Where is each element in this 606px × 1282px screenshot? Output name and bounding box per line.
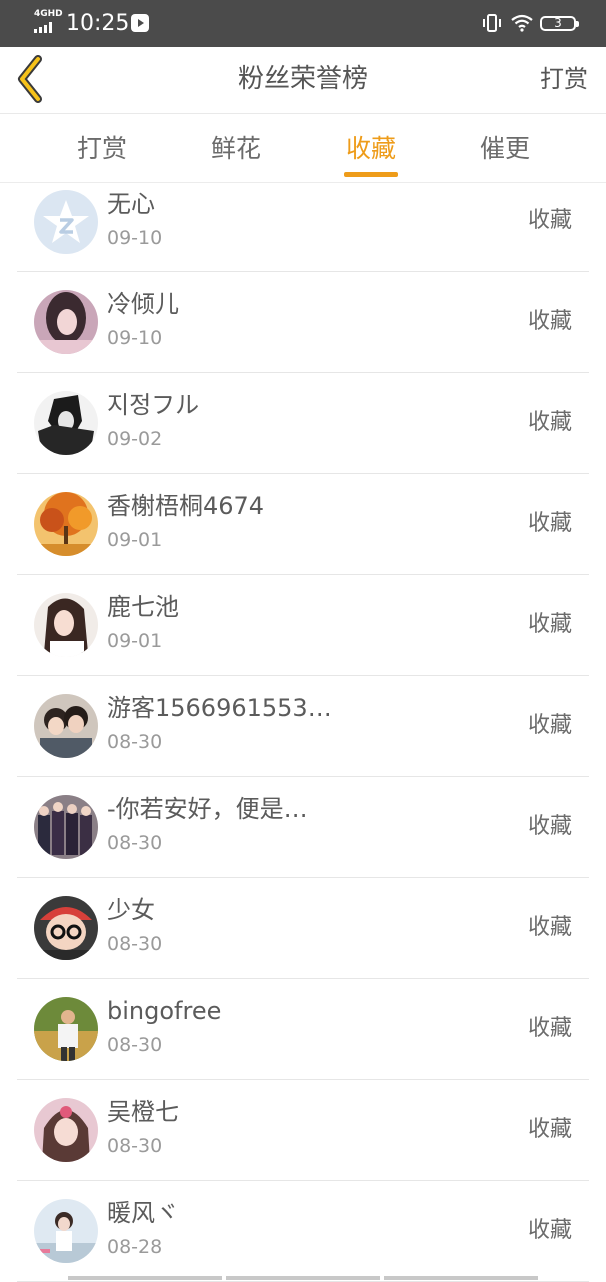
list-item[interactable]: 暖风ヾ 08-28 收藏 — [17, 1181, 589, 1282]
tab-collect[interactable]: 收藏 — [316, 132, 426, 166]
user-name: 鹿七池 — [107, 593, 179, 621]
list-item[interactable]: 지정フル 09-02 收藏 — [17, 373, 589, 474]
avatar — [34, 391, 98, 455]
tab-urge[interactable]: 催更 — [450, 132, 560, 166]
list-item[interactable]: -你若安好，便是… 08-30 收藏 — [17, 777, 589, 878]
list-item[interactable]: 吴橙七 08-30 收藏 — [17, 1080, 589, 1181]
user-date: 08-28 — [107, 1236, 163, 1258]
tab-reward[interactable]: 打赏 — [47, 132, 157, 166]
wifi-icon — [511, 14, 533, 32]
user-date: 08-30 — [107, 731, 163, 753]
action-label: 收藏 — [527, 612, 572, 637]
user-name: 游客1566961553… — [107, 694, 332, 722]
avatar — [34, 694, 98, 758]
action-label: 收藏 — [527, 208, 572, 233]
user-name: 吴橙七 — [107, 1098, 179, 1126]
user-date: 08-30 — [107, 832, 163, 854]
battery-level: 3 — [554, 16, 562, 30]
user-name: bingofree — [107, 997, 222, 1025]
vibrate-icon — [483, 14, 501, 32]
user-name: 冷倾儿 — [107, 290, 179, 318]
list-item[interactable]: 无心 09-10 收藏 — [17, 183, 589, 272]
nav-bar: 粉丝荣誉榜 打赏 — [0, 47, 606, 114]
user-date: 08-30 — [107, 933, 163, 955]
user-name: 지정フル — [107, 391, 200, 419]
avatar — [34, 795, 98, 859]
user-date: 09-10 — [107, 227, 163, 249]
action-label: 收藏 — [527, 915, 572, 940]
signal-icon — [34, 22, 52, 33]
avatar — [34, 997, 98, 1061]
fan-list: 无心 09-10 收藏 冷倾儿 09-10 收藏 지정フル 09-02 收藏 香… — [0, 183, 606, 1282]
list-item[interactable]: 鹿七池 09-01 收藏 — [17, 575, 589, 676]
user-name: -你若安好，便是… — [107, 795, 308, 823]
user-date: 08-30 — [107, 1034, 163, 1056]
avatar — [34, 593, 98, 657]
user-date: 09-01 — [107, 529, 163, 551]
list-item[interactable]: 香榭梧桐4674 09-01 收藏 — [17, 474, 589, 575]
tab-flowers[interactable]: 鲜花 — [181, 132, 291, 166]
battery-icon: 3 — [540, 16, 579, 31]
active-tab-indicator — [344, 172, 398, 177]
user-name: 暖风ヾ — [107, 1199, 179, 1227]
status-time: 10:25 — [66, 11, 130, 36]
list-item[interactable]: 少女 08-30 收藏 — [17, 878, 589, 979]
action-label: 收藏 — [527, 1218, 572, 1243]
status-bar: 4GHD 10:25 3 — [0, 0, 606, 47]
user-date: 09-02 — [107, 428, 163, 450]
avatar — [34, 492, 98, 556]
list-item[interactable]: 冷倾儿 09-10 收藏 — [17, 272, 589, 373]
action-label: 收藏 — [527, 410, 572, 435]
action-label: 收藏 — [527, 511, 572, 536]
avatar — [34, 1098, 98, 1162]
reward-button[interactable]: 打赏 — [540, 62, 588, 96]
scroll-edge-indicator — [68, 1276, 538, 1280]
avatar — [34, 190, 98, 254]
user-name: 香榭梧桐4674 — [107, 492, 265, 520]
page-title: 粉丝荣誉榜 — [237, 64, 368, 94]
avatar — [34, 290, 98, 354]
media-playing-icon — [131, 14, 149, 32]
action-label: 收藏 — [527, 309, 572, 334]
list-item[interactable]: 游客1566961553… 08-30 收藏 — [17, 676, 589, 777]
avatar — [34, 896, 98, 960]
action-label: 收藏 — [527, 1117, 572, 1142]
user-name: 无心 — [107, 190, 155, 218]
tab-bar: 打赏 鲜花 收藏 催更 — [0, 114, 606, 183]
action-label: 收藏 — [527, 1016, 572, 1041]
action-label: 收藏 — [527, 814, 572, 839]
user-date: 08-30 — [107, 1135, 163, 1157]
avatar — [34, 1199, 98, 1263]
network-type: 4GHD — [34, 9, 63, 19]
list-item[interactable]: bingofree 08-30 收藏 — [17, 979, 589, 1080]
user-name: 少女 — [107, 896, 155, 924]
user-date: 09-10 — [107, 327, 163, 349]
user-date: 09-01 — [107, 630, 163, 652]
action-label: 收藏 — [527, 713, 572, 738]
